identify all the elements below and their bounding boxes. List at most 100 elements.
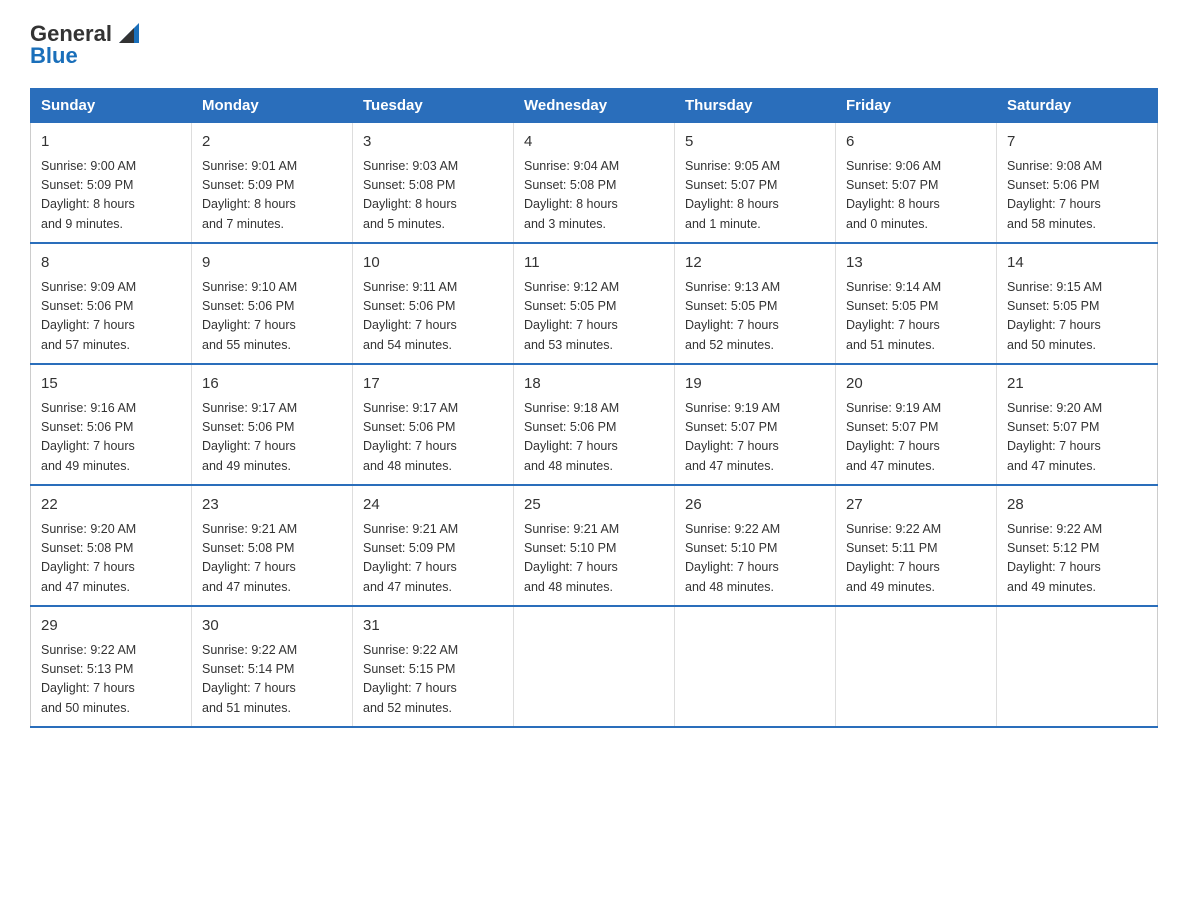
day-number: 1 [41, 131, 181, 154]
calendar-cell [514, 606, 675, 727]
cell-content: Sunrise: 9:21 AMSunset: 5:09 PMDaylight:… [363, 520, 503, 598]
calendar-cell: 12Sunrise: 9:13 AMSunset: 5:05 PMDayligh… [675, 243, 836, 364]
cell-content: Sunrise: 9:21 AMSunset: 5:08 PMDaylight:… [202, 520, 342, 598]
cell-content: Sunrise: 9:03 AMSunset: 5:08 PMDaylight:… [363, 157, 503, 235]
week-row-1: 1 Sunrise: 9:00 AMSunset: 5:09 PMDaylight… [31, 123, 1158, 244]
calendar-cell [675, 606, 836, 727]
header-saturday: Saturday [997, 89, 1158, 123]
calendar-cell: 22 Sunrise: 9:20 AMSunset: 5:08 PMDayligh… [31, 485, 192, 606]
cell-content: Sunrise: 9:22 AMSunset: 5:11 PMDaylight:… [846, 520, 986, 598]
day-number: 29 [41, 615, 181, 638]
day-number: 31 [363, 615, 503, 638]
calendar-cell: 19Sunrise: 9:19 AMSunset: 5:07 PMDayligh… [675, 364, 836, 485]
cell-content: Sunrise: 9:12 AMSunset: 5:05 PMDaylight:… [524, 278, 664, 356]
week-row-2: 8 Sunrise: 9:09 AMSunset: 5:06 PMDaylight… [31, 243, 1158, 364]
calendar-cell [836, 606, 997, 727]
calendar-cell: 10 Sunrise: 9:11 AMSunset: 5:06 PMDayligh… [353, 243, 514, 364]
day-number: 9 [202, 252, 342, 275]
cell-content: Sunrise: 9:22 AMSunset: 5:14 PMDaylight:… [202, 641, 342, 719]
cell-content: Sunrise: 9:11 AMSunset: 5:06 PMDaylight:… [363, 278, 503, 356]
cell-content: Sunrise: 9:16 AMSunset: 5:06 PMDaylight:… [41, 399, 181, 477]
day-number: 24 [363, 494, 503, 517]
day-number: 4 [524, 131, 664, 154]
day-number: 26 [685, 494, 825, 517]
calendar-cell: 18 Sunrise: 9:18 AMSunset: 5:06 PMDayligh… [514, 364, 675, 485]
calendar-cell: 6 Sunrise: 9:06 AMSunset: 5:07 PMDaylight… [836, 123, 997, 244]
cell-content: Sunrise: 9:05 AMSunset: 5:07 PMDaylight:… [685, 157, 825, 235]
calendar-table: SundayMondayTuesdayWednesdayThursdayFrid… [30, 88, 1158, 728]
cell-content: Sunrise: 9:15 AMSunset: 5:05 PMDaylight:… [1007, 278, 1147, 356]
cell-content: Sunrise: 9:19 AMSunset: 5:07 PMDaylight:… [846, 399, 986, 477]
calendar-cell: 2 Sunrise: 9:01 AMSunset: 5:09 PMDaylight… [192, 123, 353, 244]
header-sunday: Sunday [31, 89, 192, 123]
calendar-cell: 31 Sunrise: 9:22 AMSunset: 5:15 PMDayligh… [353, 606, 514, 727]
calendar-cell: 21Sunrise: 9:20 AMSunset: 5:07 PMDayligh… [997, 364, 1158, 485]
calendar-cell: 17 Sunrise: 9:17 AMSunset: 5:06 PMDayligh… [353, 364, 514, 485]
cell-content: Sunrise: 9:20 AMSunset: 5:08 PMDaylight:… [41, 520, 181, 598]
calendar-cell: 26 Sunrise: 9:22 AMSunset: 5:10 PMDayligh… [675, 485, 836, 606]
logo-blue: Blue [30, 44, 78, 68]
cell-content: Sunrise: 9:22 AMSunset: 5:13 PMDaylight:… [41, 641, 181, 719]
cell-content: Sunrise: 9:08 AMSunset: 5:06 PMDaylight:… [1007, 157, 1147, 235]
calendar-cell: 8 Sunrise: 9:09 AMSunset: 5:06 PMDaylight… [31, 243, 192, 364]
week-row-5: 29 Sunrise: 9:22 AMSunset: 5:13 PMDayligh… [31, 606, 1158, 727]
cell-content: Sunrise: 9:01 AMSunset: 5:09 PMDaylight:… [202, 157, 342, 235]
cell-content: Sunrise: 9:18 AMSunset: 5:06 PMDaylight:… [524, 399, 664, 477]
day-number: 10 [363, 252, 503, 275]
cell-content: Sunrise: 9:09 AMSunset: 5:06 PMDaylight:… [41, 278, 181, 356]
day-number: 28 [1007, 494, 1147, 517]
cell-content: Sunrise: 9:04 AMSunset: 5:08 PMDaylight:… [524, 157, 664, 235]
calendar-cell: 15 Sunrise: 9:16 AMSunset: 5:06 PMDayligh… [31, 364, 192, 485]
header-tuesday: Tuesday [353, 89, 514, 123]
cell-content: Sunrise: 9:21 AMSunset: 5:10 PMDaylight:… [524, 520, 664, 598]
day-number: 5 [685, 131, 825, 154]
header-thursday: Thursday [675, 89, 836, 123]
day-number: 25 [524, 494, 664, 517]
day-number: 22 [41, 494, 181, 517]
day-number: 17 [363, 373, 503, 396]
calendar-cell: 11 Sunrise: 9:12 AMSunset: 5:05 PMDayligh… [514, 243, 675, 364]
cell-content: Sunrise: 9:06 AMSunset: 5:07 PMDaylight:… [846, 157, 986, 235]
day-number: 7 [1007, 131, 1147, 154]
calendar-cell: 28 Sunrise: 9:22 AMSunset: 5:12 PMDayligh… [997, 485, 1158, 606]
header-monday: Monday [192, 89, 353, 123]
calendar-cell: 3Sunrise: 9:03 AMSunset: 5:08 PMDaylight… [353, 123, 514, 244]
cell-content: Sunrise: 9:00 AMSunset: 5:09 PMDaylight:… [41, 157, 181, 235]
day-number: 2 [202, 131, 342, 154]
cell-content: Sunrise: 9:19 AMSunset: 5:07 PMDaylight:… [685, 399, 825, 477]
calendar-cell: 7 Sunrise: 9:08 AMSunset: 5:06 PMDaylight… [997, 123, 1158, 244]
cell-content: Sunrise: 9:22 AMSunset: 5:10 PMDaylight:… [685, 520, 825, 598]
header-wednesday: Wednesday [514, 89, 675, 123]
day-number: 6 [846, 131, 986, 154]
calendar-cell: 24 Sunrise: 9:21 AMSunset: 5:09 PMDayligh… [353, 485, 514, 606]
logo: General Blue [30, 20, 144, 68]
calendar-cell: 30 Sunrise: 9:22 AMSunset: 5:14 PMDayligh… [192, 606, 353, 727]
cell-content: Sunrise: 9:17 AMSunset: 5:06 PMDaylight:… [363, 399, 503, 477]
calendar-cell: 16Sunrise: 9:17 AMSunset: 5:06 PMDayligh… [192, 364, 353, 485]
calendar-cell: 20Sunrise: 9:19 AMSunset: 5:07 PMDayligh… [836, 364, 997, 485]
calendar-cell: 5 Sunrise: 9:05 AMSunset: 5:07 PMDaylight… [675, 123, 836, 244]
cell-content: Sunrise: 9:10 AMSunset: 5:06 PMDaylight:… [202, 278, 342, 356]
calendar-cell: 29 Sunrise: 9:22 AMSunset: 5:13 PMDayligh… [31, 606, 192, 727]
calendar-cell: 1 Sunrise: 9:00 AMSunset: 5:09 PMDaylight… [31, 123, 192, 244]
cell-content: Sunrise: 9:14 AMSunset: 5:05 PMDaylight:… [846, 278, 986, 356]
day-number: 8 [41, 252, 181, 275]
calendar-cell: 14 Sunrise: 9:15 AMSunset: 5:05 PMDayligh… [997, 243, 1158, 364]
calendar-cell: 9 Sunrise: 9:10 AMSunset: 5:06 PMDaylight… [192, 243, 353, 364]
day-number: 18 [524, 373, 664, 396]
day-number: 14 [1007, 252, 1147, 275]
calendar-cell: 23Sunrise: 9:21 AMSunset: 5:08 PMDayligh… [192, 485, 353, 606]
logo-icon [114, 18, 144, 48]
calendar-cell: 4 Sunrise: 9:04 AMSunset: 5:08 PMDaylight… [514, 123, 675, 244]
week-row-4: 22 Sunrise: 9:20 AMSunset: 5:08 PMDayligh… [31, 485, 1158, 606]
day-number: 15 [41, 373, 181, 396]
calendar-cell [997, 606, 1158, 727]
page-header: General Blue [30, 20, 1158, 68]
cell-content: Sunrise: 9:13 AMSunset: 5:05 PMDaylight:… [685, 278, 825, 356]
day-number: 11 [524, 252, 664, 275]
day-number: 30 [202, 615, 342, 638]
calendar-cell: 13Sunrise: 9:14 AMSunset: 5:05 PMDayligh… [836, 243, 997, 364]
day-number: 16 [202, 373, 342, 396]
cell-content: Sunrise: 9:22 AMSunset: 5:12 PMDaylight:… [1007, 520, 1147, 598]
cell-content: Sunrise: 9:22 AMSunset: 5:15 PMDaylight:… [363, 641, 503, 719]
